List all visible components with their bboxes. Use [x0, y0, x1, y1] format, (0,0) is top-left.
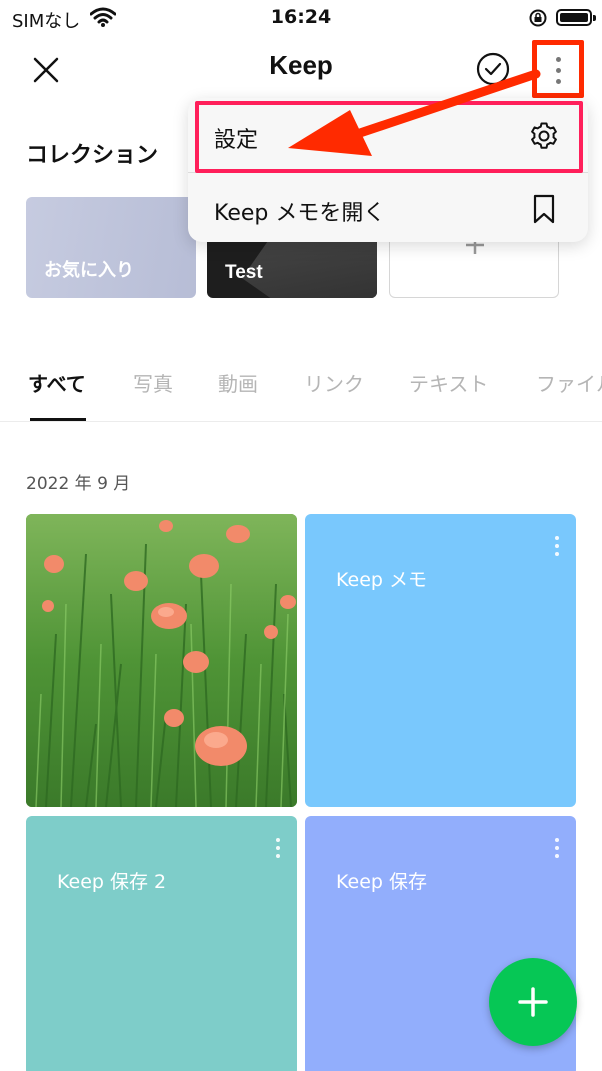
clock: 16:24 — [270, 6, 332, 28]
tile-label: Keep メモ — [336, 569, 427, 591]
tab-photos[interactable]: 写真 — [133, 368, 173, 397]
app-header: Keep — [0, 36, 602, 100]
tile-label: Keep 保存 2 — [57, 871, 167, 893]
photo-tile[interactable] — [26, 514, 297, 807]
menu-item-label: Keep メモを開く — [214, 201, 386, 226]
poppy-field-image — [26, 514, 297, 807]
bookmark-icon — [533, 194, 555, 224]
tile-more-icon[interactable] — [554, 838, 560, 860]
tile-more-icon[interactable] — [554, 536, 560, 558]
plus-icon — [518, 987, 548, 1017]
rotation-lock-icon — [529, 9, 547, 27]
collection-label: お気に入り — [44, 260, 134, 281]
battery-icon — [556, 9, 596, 26]
filter-tabs: すべて 写真 動画 リンク テキスト ファイル — [0, 352, 602, 422]
more-options-button[interactable] — [532, 40, 584, 98]
more-dot-icon — [556, 68, 561, 73]
add-fab-button[interactable] — [489, 958, 577, 1046]
memo-tile[interactable]: Keep メモ — [305, 514, 576, 807]
more-dot-icon — [556, 57, 561, 62]
tab-files[interactable]: ファイル — [536, 368, 602, 397]
saved-tile-2[interactable]: Keep 保存 2 — [26, 816, 297, 1071]
tab-videos[interactable]: 動画 — [218, 368, 258, 397]
more-dot-icon — [556, 79, 561, 84]
collection-favorites[interactable]: お気に入り — [26, 197, 196, 298]
active-tab-indicator — [30, 418, 86, 421]
annotation-highlight-box — [195, 101, 583, 173]
menu-item-open-keep-memo[interactable]: Keep メモを開く — [188, 173, 588, 245]
tab-links[interactable]: リンク — [304, 368, 364, 397]
status-bar: SIMなし 16:24 — [0, 0, 602, 36]
collections-title: コレクション — [26, 143, 159, 168]
collection-label: Test — [225, 262, 263, 283]
select-check-icon[interactable] — [474, 50, 512, 88]
tile-more-icon[interactable] — [275, 838, 281, 860]
tab-text[interactable]: テキスト — [409, 368, 488, 397]
date-group-label: 2022 年 9 月 — [26, 474, 131, 494]
tab-all[interactable]: すべて — [28, 368, 86, 397]
tile-label: Keep 保存 — [336, 871, 427, 893]
